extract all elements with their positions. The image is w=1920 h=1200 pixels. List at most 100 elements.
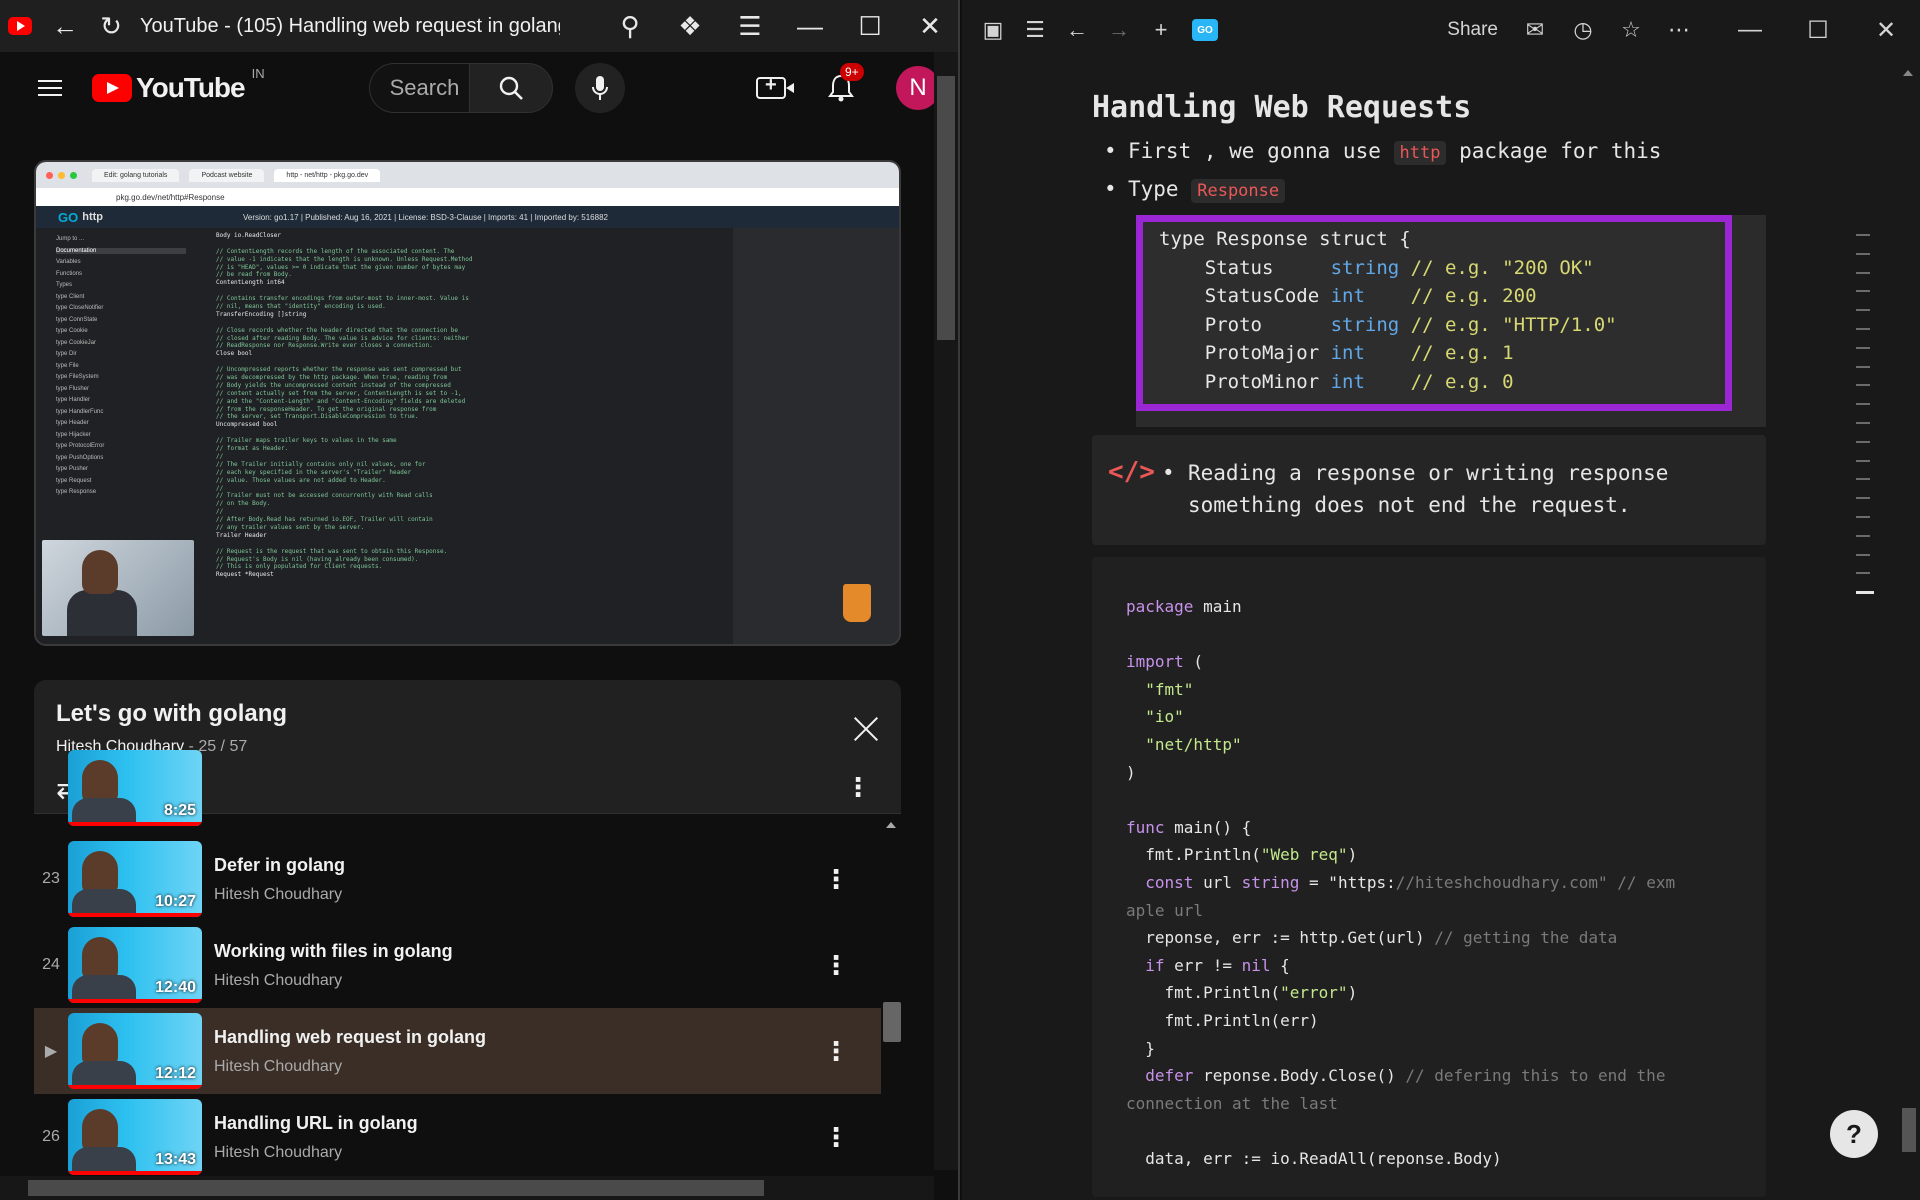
toc-line[interactable] xyxy=(1856,572,1870,575)
forward-arrow-icon[interactable]: → xyxy=(1108,17,1130,43)
toc-line[interactable] xyxy=(1856,327,1870,330)
video-sidebar-item: type CloseNotifier xyxy=(56,305,104,311)
voice-search-button[interactable] xyxy=(574,63,625,113)
video-sidebar-item: type Header xyxy=(56,420,89,426)
share-button[interactable]: Share xyxy=(1447,19,1498,41)
callout-block[interactable]: </> Reading a response or writing respon… xyxy=(1092,435,1766,545)
playlist-item[interactable]: 23 10:27 Defer in golang Hitesh Choudhary ⋮ xyxy=(34,836,881,922)
video-duration: 13:43 xyxy=(155,1151,196,1168)
notion-scrollbar[interactable] xyxy=(1896,60,1920,1200)
page-hscroll-thumb[interactable] xyxy=(28,1180,764,1196)
toc-line[interactable] xyxy=(1856,309,1870,312)
playlist-scroll-thumb[interactable] xyxy=(883,1002,901,1042)
video-code-line: // format as Header. xyxy=(216,445,289,453)
page-horizontal-scrollbar[interactable] xyxy=(0,1176,934,1200)
toc-line[interactable] xyxy=(1856,384,1870,387)
toc-line[interactable] xyxy=(1856,271,1870,274)
toc-line[interactable] xyxy=(1856,459,1870,462)
toc-line[interactable] xyxy=(1856,440,1870,443)
notifications-button[interactable]: 9+ xyxy=(826,63,864,103)
page-heading[interactable]: Handling Web Requests xyxy=(1092,90,1792,125)
playlist-item[interactable]: 26 13:43 Handling URL in golang Hitesh Chou… xyxy=(34,1094,881,1180)
create-video-icon[interactable] xyxy=(756,74,794,99)
scroll-up-arrow-icon[interactable] xyxy=(886,822,896,828)
video-code-line: // any trailer values sent by the server… xyxy=(216,523,365,531)
highlighted-struct-frame: type Response struct { Status string // … xyxy=(1136,215,1732,411)
close-playlist-icon[interactable] xyxy=(853,716,879,742)
zoom-search-icon[interactable]: ⚲ xyxy=(600,0,660,52)
extensions-puzzle-icon[interactable]: ❖ xyxy=(660,0,720,52)
sidebar-menu-icon[interactable]: ☰ xyxy=(1024,17,1046,43)
reload-icon[interactable]: ↻ xyxy=(88,0,134,52)
playlist-item-menu-icon[interactable]: ⋮ xyxy=(823,864,849,895)
help-assistant-icon[interactable]: ? xyxy=(1830,1110,1878,1158)
close-icon[interactable]: ✕ xyxy=(900,0,958,52)
code-block[interactable]: package main import ( "fmt" "io" "net/htt… xyxy=(1092,557,1766,1197)
code-line: connection at the last xyxy=(1126,1093,1338,1113)
video-sidebar-item: type Response xyxy=(56,489,97,495)
guide-menu-icon[interactable] xyxy=(38,75,62,101)
playlist-item-menu-icon[interactable]: ⋮ xyxy=(823,950,849,981)
video-code-line: // from the responseHeader. To get the o… xyxy=(216,405,437,413)
comments-icon[interactable]: ✉ xyxy=(1524,17,1546,43)
video-code-line: // Body yields the uncompressed content … xyxy=(216,381,451,389)
video-player[interactable]: Edit: golang tutorials Podcast website h… xyxy=(34,160,901,646)
struct-field-comment: // e.g. "HTTP/1.0" xyxy=(1399,313,1617,336)
scroll-up-arrow-icon[interactable] xyxy=(1903,70,1913,76)
video-code-line: // Trailer maps trailer keys to values i… xyxy=(216,437,397,445)
code-line: data, err := io.ReadAll(reponse.Body) xyxy=(1126,1148,1502,1168)
toc-line[interactable] xyxy=(1856,553,1870,556)
playlist-item[interactable]: 24 12:40 Working with files in golang Hites… xyxy=(34,922,881,1008)
back-arrow-icon[interactable]: ← xyxy=(42,0,88,52)
playlist-item-info: Defer in golang Hitesh Choudhary xyxy=(214,855,345,904)
bullet-item[interactable]: Type Response xyxy=(1092,177,1792,203)
playlist-more-icon[interactable]: ⋮ xyxy=(845,772,871,803)
browser-menu-icon[interactable]: ☰ xyxy=(720,0,780,52)
history-clock-icon[interactable]: ◷ xyxy=(1572,17,1594,43)
toc-line[interactable] xyxy=(1856,421,1870,424)
search-input[interactable]: Search xyxy=(368,63,469,113)
table-of-contents-minimap[interactable] xyxy=(1856,234,1876,611)
more-options-icon[interactable]: ⋯ xyxy=(1668,17,1690,43)
toc-line[interactable] xyxy=(1856,515,1870,518)
playlist-item-menu-icon[interactable]: ⋮ xyxy=(823,1122,849,1153)
playlist-item-menu-icon[interactable]: ⋮ xyxy=(823,1036,849,1067)
toc-line[interactable] xyxy=(1856,591,1874,595)
playlist-item-partial[interactable]: 8:25 xyxy=(34,750,881,836)
youtube-logo-icon xyxy=(92,74,132,102)
minimize-icon[interactable]: — xyxy=(780,0,840,52)
maximize-icon[interactable]: ☐ xyxy=(1784,16,1852,45)
toc-line[interactable] xyxy=(1856,234,1870,236)
code-line: import ( xyxy=(1126,652,1204,672)
notion-scroll-thumb[interactable] xyxy=(1902,1108,1916,1152)
playlist-title[interactable]: Let's go with golang xyxy=(56,700,879,728)
playlist-item-info: Working with files in golang Hitesh Choud… xyxy=(214,941,453,990)
notion-logo-icon: ▣ xyxy=(982,17,1004,42)
youtube-header: YouTube IN Search 9+ N xyxy=(0,52,940,124)
favorite-star-icon[interactable]: ☆ xyxy=(1620,17,1642,43)
toc-line[interactable] xyxy=(1856,290,1870,293)
toc-line[interactable] xyxy=(1856,252,1870,255)
new-page-plus-icon[interactable]: + xyxy=(1150,17,1172,43)
bullet-text: package for this xyxy=(1459,139,1662,163)
bullet-item[interactable]: First , we gonna use http package for th… xyxy=(1092,139,1792,165)
playlist-scrollbar[interactable] xyxy=(881,814,901,1200)
toc-line[interactable] xyxy=(1856,365,1870,368)
toc-line[interactable] xyxy=(1856,478,1870,481)
page-vertical-scrollbar[interactable] xyxy=(934,52,958,1170)
minimize-icon[interactable]: — xyxy=(1716,16,1784,44)
toc-line[interactable] xyxy=(1856,346,1870,349)
close-icon[interactable]: ✕ xyxy=(1852,16,1920,45)
youtube-logo[interactable]: YouTube IN xyxy=(92,66,265,104)
back-arrow-icon[interactable]: ← xyxy=(1066,17,1088,43)
page-go-icon[interactable]: GO xyxy=(1192,19,1218,41)
page-scroll-thumb[interactable] xyxy=(937,76,955,340)
playlist-item[interactable]: ▶ 12:12 Handling web request in golang Hite… xyxy=(34,1008,881,1094)
toc-line[interactable] xyxy=(1856,403,1870,406)
toc-line[interactable] xyxy=(1856,534,1870,537)
search-button[interactable] xyxy=(468,63,553,113)
code-screenshot-image[interactable]: type Response struct { Status string // … xyxy=(1136,215,1766,427)
toc-line[interactable] xyxy=(1856,497,1870,500)
video-code-line: // xyxy=(216,508,224,516)
maximize-icon[interactable]: ☐ xyxy=(840,0,900,52)
